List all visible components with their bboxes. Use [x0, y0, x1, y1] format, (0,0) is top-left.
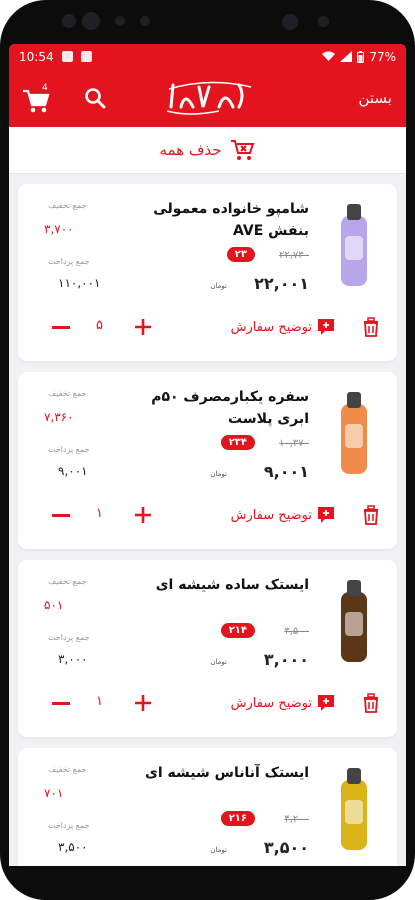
- search-icon[interactable]: [83, 86, 107, 110]
- discount-total-value: ۷,۳۶۰: [44, 410, 74, 424]
- battery-icon: [357, 50, 365, 63]
- payment-total-value: ۳,۰۰۰: [58, 652, 88, 666]
- sensor-icon: [318, 16, 329, 27]
- status-bar: 10:54 77%: [9, 44, 406, 69]
- order-note-label: توضیح سفارش: [230, 319, 312, 335]
- discount-total-value: ۳,۷۰۰: [44, 222, 74, 236]
- final-price: ۳,۰۰۰: [263, 650, 309, 669]
- final-price: ۳,۵۰۰: [263, 838, 309, 857]
- discount-badge: ۲۱۶: [220, 811, 255, 826]
- original-price: ۳,۵۰۰: [284, 626, 309, 637]
- final-price: ۹,۰۰۱: [263, 462, 309, 481]
- payment-total-value: ۱۱۰,۰۰۱: [58, 276, 101, 290]
- sensor-icon: [115, 16, 125, 26]
- close-button[interactable]: بستن: [358, 89, 392, 107]
- discount-total-value: ۵۰۱: [44, 598, 64, 612]
- battery-level: 77%: [369, 49, 396, 64]
- cart-item-card: ایستک آناناس شیشه ای ۴,۲۰۰ ۲۱۶ ۳,۵۰۰ توم…: [18, 748, 397, 866]
- original-price: ۴,۲۰۰: [284, 814, 309, 825]
- final-price: ۲۲,۰۰۱: [254, 274, 309, 293]
- decrease-quantity-button[interactable]: [52, 514, 70, 517]
- order-note-label: توضیح سفارش: [230, 695, 312, 711]
- discount-total-label: جمع تخفیف: [48, 389, 87, 398]
- decrease-quantity-button[interactable]: [52, 326, 70, 329]
- trash-icon[interactable]: [361, 317, 381, 337]
- price-currency: تومان: [210, 470, 227, 478]
- quantity-value: ۵: [96, 318, 103, 333]
- original-price: ۲۲,۷۳۰: [278, 250, 309, 261]
- discount-total-label: جمع تخفیف: [48, 765, 87, 774]
- status-time: 10:54: [19, 49, 54, 64]
- discount-badge: ۲۳: [226, 247, 255, 262]
- payment-total-value: ۹,۰۰۱: [58, 464, 88, 478]
- add-note-icon: [318, 507, 334, 523]
- product-image: [341, 768, 367, 850]
- price-currency: تومان: [210, 282, 227, 290]
- cart-item-card: ایستک ساده شیشه ای ۳,۵۰۰ ۲۱۴ ۳,۰۰۰ تومان…: [18, 560, 397, 737]
- trash-icon[interactable]: [361, 505, 381, 525]
- gallery-notification-icon: [61, 51, 73, 62]
- product-title[interactable]: سفره یکبارمصرف ۵۰م ابری پلاست: [119, 386, 309, 430]
- phone-bezel-top: [0, 0, 415, 44]
- increase-quantity-button[interactable]: [133, 693, 153, 713]
- order-note-label: توضیح سفارش: [230, 507, 312, 523]
- order-note-button[interactable]: توضیح سفارش: [231, 694, 335, 712]
- quantity-value: ۱: [96, 694, 103, 709]
- app-notification-icon: [80, 51, 92, 62]
- product-title[interactable]: شامپو خانواده معمولی بنفش AVE: [119, 198, 309, 242]
- discount-total-label: جمع تخفیف: [48, 577, 87, 586]
- cart-item-card: سفره یکبارمصرف ۵۰م ابری پلاست ۱۰,۳۷۰ ۲۳۴…: [18, 372, 397, 549]
- signal-icon: [340, 51, 353, 62]
- product-title[interactable]: ایستک ساده شیشه ای: [119, 574, 309, 596]
- product-image: [341, 392, 367, 474]
- phone-frame: 10:54 77% 4 بستن حذف همه شامپو خانواده م…: [0, 0, 415, 900]
- discount-badge: ۲۱۴: [220, 623, 255, 638]
- product-image: [341, 580, 367, 662]
- product-title[interactable]: ایستک آناناس شیشه ای: [119, 762, 309, 784]
- sensor-icon: [62, 14, 76, 28]
- discount-total-value: ۷۰۱: [44, 786, 64, 800]
- brand-logo: [166, 81, 252, 115]
- price-currency: تومان: [210, 658, 227, 666]
- cart-item-card: شامپو خانواده معمولی بنفش AVE ۲۲,۷۳۰ ۲۳ …: [18, 184, 397, 361]
- order-note-button[interactable]: توضیح سفارش: [231, 318, 335, 336]
- decrease-quantity-button[interactable]: [52, 702, 70, 705]
- camera-icon: [282, 14, 298, 30]
- discount-badge: ۲۳۴: [220, 435, 255, 450]
- camera-icon: [82, 12, 100, 30]
- delete-all-button[interactable]: حذف همه: [9, 127, 406, 174]
- order-note-button[interactable]: توضیح سفارش: [231, 506, 335, 524]
- payment-total-label: جمع پرداخت: [48, 633, 90, 642]
- payment-total-value: ۳,۵۰۰: [58, 840, 88, 854]
- app-screen: 10:54 77% 4 بستن حذف همه شامپو خانواده م…: [9, 44, 406, 866]
- discount-total-label: جمع تخفیف: [48, 201, 87, 210]
- payment-total-label: جمع پرداخت: [48, 257, 90, 266]
- increase-quantity-button[interactable]: [133, 317, 153, 337]
- add-note-icon: [318, 319, 334, 335]
- original-price: ۱۰,۳۷۰: [278, 438, 309, 449]
- wifi-icon: [322, 51, 336, 61]
- cart-remove-icon: [230, 140, 254, 160]
- increase-quantity-button[interactable]: [133, 505, 153, 525]
- app-header: 4 بستن: [9, 69, 406, 127]
- delete-all-label: حذف همه: [159, 141, 222, 159]
- add-note-icon: [318, 695, 334, 711]
- trash-icon[interactable]: [361, 693, 381, 713]
- cart-count-badge: 4: [42, 83, 48, 93]
- price-currency: تومان: [210, 846, 227, 854]
- payment-total-label: جمع پرداخت: [48, 445, 90, 454]
- product-image: [341, 204, 367, 286]
- quantity-value: ۱: [96, 506, 103, 521]
- phone-bezel-bottom: [0, 866, 415, 900]
- cart-item-list: شامپو خانواده معمولی بنفش AVE ۲۲,۷۳۰ ۲۳ …: [9, 174, 406, 866]
- sensor-icon: [140, 16, 150, 26]
- payment-total-label: جمع پرداخت: [48, 821, 90, 830]
